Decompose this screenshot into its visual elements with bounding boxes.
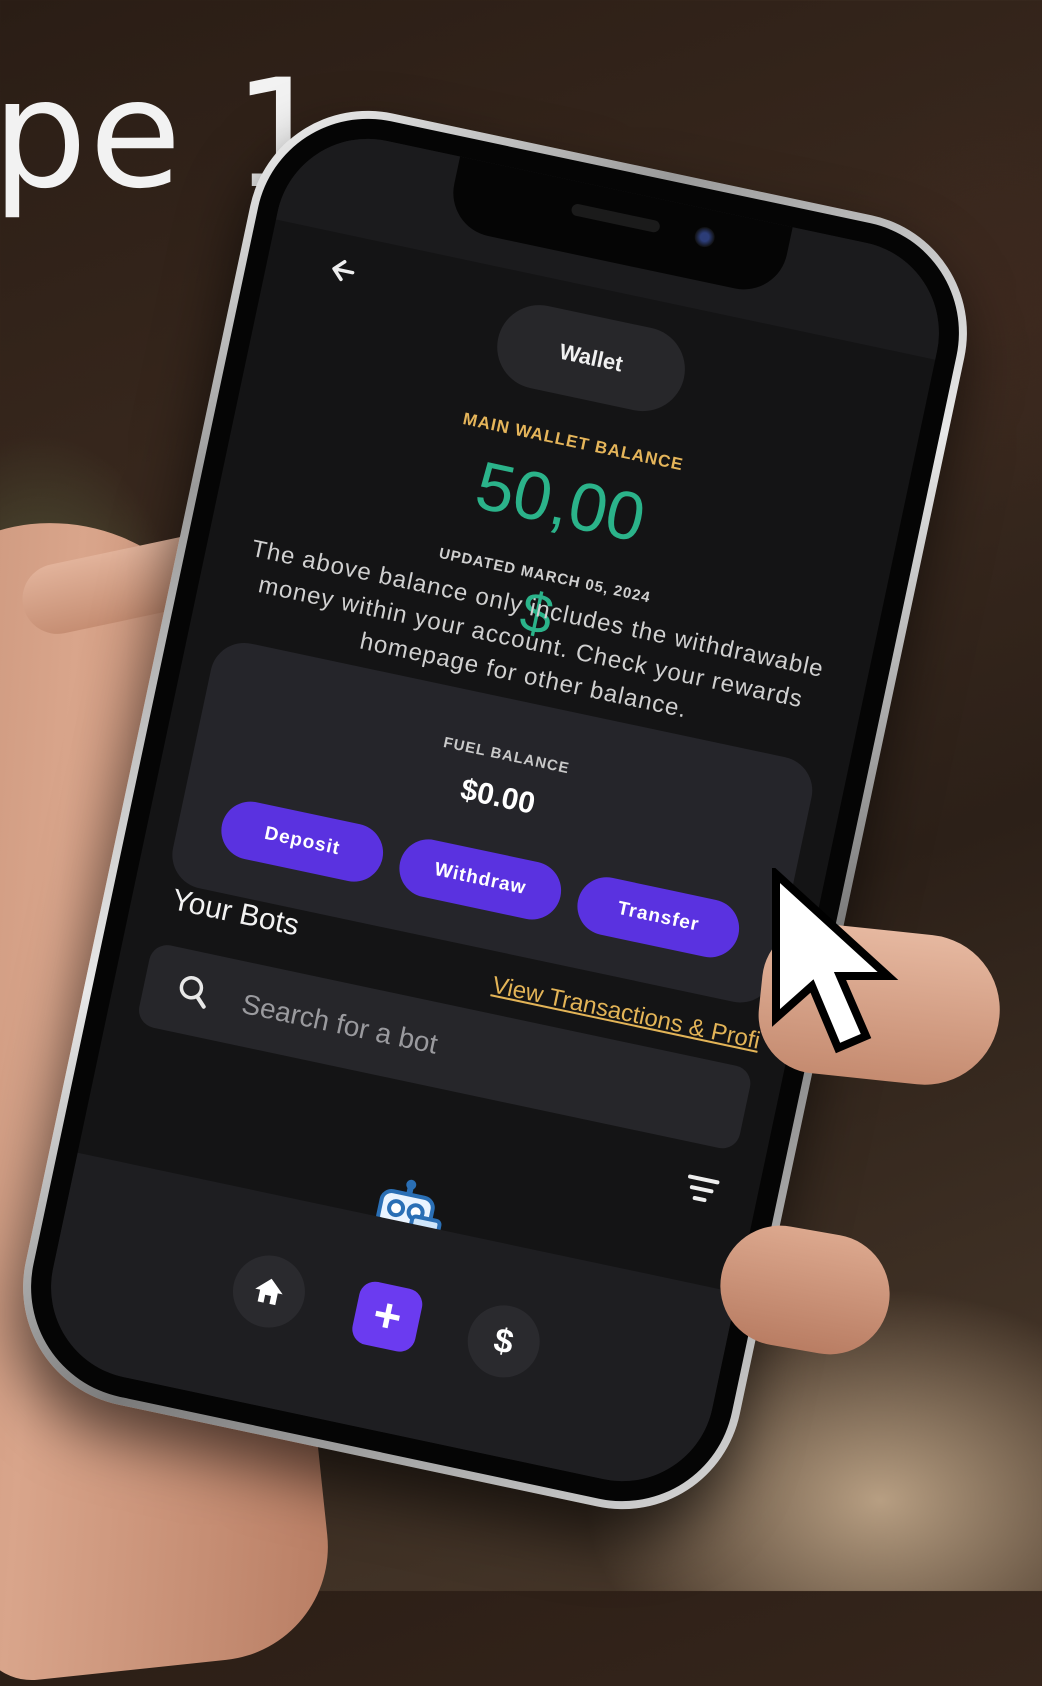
search-placeholder: Search for a bot: [239, 988, 441, 1060]
home-button[interactable]: [226, 1248, 312, 1335]
mouse-pointer-icon: [770, 864, 910, 1068]
deposit-button[interactable]: Deposit: [215, 796, 389, 888]
speaker: [570, 202, 661, 234]
wallet-nav-button[interactable]: $: [461, 1298, 547, 1385]
page-title: Wallet: [489, 297, 693, 419]
camera-icon: [692, 225, 717, 249]
search-icon: [170, 968, 217, 1015]
withdraw-button[interactable]: Withdraw: [394, 834, 567, 925]
transfer-button[interactable]: Transfer: [572, 871, 745, 963]
fuel-actions: Deposit Withdraw Transfer: [174, 787, 787, 971]
filter-icon[interactable]: [678, 1166, 725, 1213]
back-arrow-icon[interactable]: [319, 245, 371, 297]
home-icon: [255, 1278, 283, 1306]
add-bot-button[interactable]: +: [349, 1278, 426, 1355]
